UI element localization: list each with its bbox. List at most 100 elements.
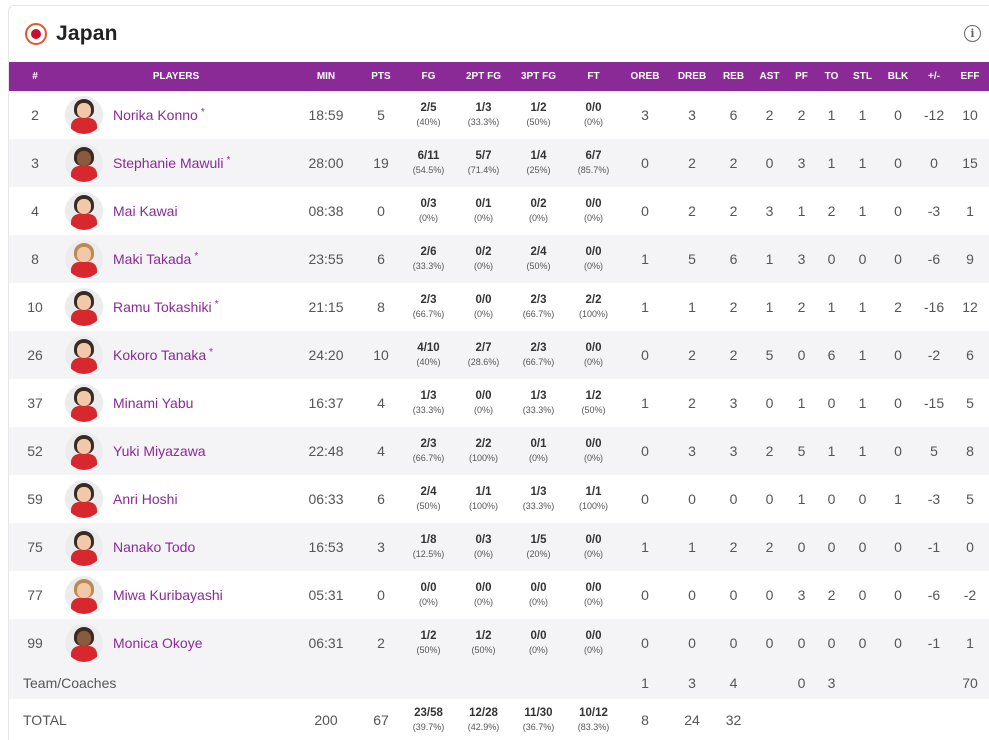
player-name-link[interactable]: Miwa Kuribayashi [113,587,223,603]
player-ast: 1 [765,299,774,315]
player-row[interactable]: 59 Anri Hoshi 06:33 6 2/4 (50%) 1/1 (100%) 1/3 (3… [9,475,989,523]
col-players[interactable]: PLAYERS [61,62,291,91]
player-fg: 2/5 (40%) [416,102,441,127]
player-number: 8 [31,251,39,267]
player-number: 37 [27,395,43,411]
player-blk: 0 [894,587,902,603]
player-name-link[interactable]: Yuki Miyazawa [113,443,206,459]
player-name-link[interactable]: Anri Hoshi [113,491,178,507]
starter-marker: * [214,298,219,310]
player-ft: 0/0 (0%) [583,342,603,367]
player-reb: 2 [729,155,738,171]
col-reb[interactable]: REB [715,62,752,91]
player-eff: 15 [962,155,978,171]
player-to: 0 [827,251,836,267]
player-pf: 3 [797,155,806,171]
player-row[interactable]: 77 Miwa Kuribayashi 05:31 0 0/0 (0%) 0/0 (0%) 0/… [9,571,989,619]
player-eff: 8 [966,443,974,459]
player-fg: 2/3 (66.7%) [412,294,445,319]
boxscore-table: # PLAYERS MIN PTS FG 2PT FG 3PT FG FT OR… [9,62,989,740]
col-3pt-fg[interactable]: 3PT FG [511,62,566,91]
player-name-link[interactable]: Kokoro Tanaka [113,347,206,363]
player-oreb: 1 [641,299,649,315]
player-cell: Minami Yabu [61,379,291,427]
player-3pt-fg: 0/1 (0%) [528,438,548,463]
player-3pt-fg: 1/2 (50%) [526,102,551,127]
col-2pt-fg[interactable]: 2PT FG [456,62,511,91]
player-fg: 2/6 (33.3%) [412,246,445,271]
col-ast[interactable]: AST [752,62,787,91]
table-header-row: # PLAYERS MIN PTS FG 2PT FG 3PT FG FT OR… [9,62,989,91]
player-2pt-fg: 1/1 (100%) [468,486,498,511]
player-pts: 2 [377,635,385,651]
player-name-link[interactable]: Monica Okoye [113,635,202,651]
col-min[interactable]: MIN [291,62,361,91]
player-min: 24:20 [308,347,344,363]
player-ft: 0/0 (0%) [583,630,603,655]
player-row[interactable]: 99 Monica Okoye 06:31 2 1/2 (50%) 1/2 (50%) 0/0(… [9,619,989,667]
player-pf: 0 [797,347,806,363]
player-plus-minus: -3 [927,491,941,507]
col-pts[interactable]: PTS [361,62,401,91]
player-pf: 1 [797,491,806,507]
player-ast: 2 [765,539,774,555]
col-blk[interactable]: BLK [878,62,918,91]
col-number[interactable]: # [9,62,61,91]
col-fg[interactable]: FG [401,62,456,91]
player-row[interactable]: 4 Mai Kawai 08:38 0 0/3 (0%) 0/1 (0%) 0/2 (0%) 0/0… [9,187,989,235]
player-oreb: 0 [641,491,649,507]
player-min: 08:38 [308,203,344,219]
player-stl: 1 [858,443,867,459]
player-pts: 19 [373,155,389,171]
player-dreb: 2 [688,347,696,363]
player-reb: 2 [729,299,738,315]
player-name-link[interactable]: Stephanie Mawuli [113,155,224,171]
info-icon[interactable]: i [964,25,981,42]
player-number: 4 [31,203,39,219]
player-blk: 0 [894,107,902,123]
col-stl[interactable]: STL [847,62,878,91]
col-ft[interactable]: FT [566,62,621,91]
player-name-link[interactable]: Mai Kawai [113,203,178,219]
player-cell: Norika Konno * [61,91,291,139]
player-row[interactable]: 26 Kokoro Tanaka * 24:20 10 4/10 (40%) 2/7 (28.6… [9,331,989,379]
col-to[interactable]: TO [816,62,847,91]
col-oreb[interactable]: OREB [621,62,669,91]
player-name-link[interactable]: Ramu Tokashiki [113,299,212,315]
player-to: 0 [827,395,836,411]
player-ft: 2/2 (100%) [578,294,608,319]
player-eff: 12 [962,299,978,315]
starter-marker: * [200,106,205,118]
player-stl: 1 [858,347,867,363]
total-pts: 67 [373,712,389,728]
player-row[interactable]: 2 Norika Konno * 18:59 5 2/5 (40%) 1/3 (33.3%) 1/… [9,91,989,139]
player-oreb: 0 [641,587,649,603]
player-dreb: 2 [688,395,696,411]
player-row[interactable]: 52 Yuki Miyazawa 22:48 4 2/3 (66.7%) 2/2 (100%)… [9,427,989,475]
player-stl: 1 [858,395,867,411]
player-row[interactable]: 8 Maki Takada * 23:55 6 2/6 (33.3%) 0/2 (0%) 2/4(… [9,235,989,283]
player-row[interactable]: 10 Ramu Tokashiki * 21:15 8 2/3 (66.7%) 0/0 (0%)… [9,283,989,331]
player-pf: 2 [797,299,806,315]
player-plus-minus: -1 [927,539,941,555]
col-pf[interactable]: PF [787,62,816,91]
player-name-link[interactable]: Maki Takada [113,251,191,267]
starter-marker: * [194,250,199,262]
col-eff[interactable]: EFF [950,62,989,91]
player-dreb: 1 [688,299,696,315]
col-dreb[interactable]: DREB [669,62,715,91]
player-name-link[interactable]: Nanako Todo [113,539,195,555]
player-row[interactable]: 75 Nanako Todo 16:53 3 1/8 (12.5%) 0/3 (0%) 1/5(… [9,523,989,571]
player-pf: 0 [797,539,806,555]
player-name-link[interactable]: Minami Yabu [113,395,193,411]
player-row[interactable]: 37 Minami Yabu 16:37 4 1/3 (33.3%) 0/0 (0%) 1/3(… [9,379,989,427]
player-3pt-fg: 1/4 (25%) [526,150,551,175]
col-plus-minus[interactable]: +/- [918,62,950,91]
player-number: 77 [27,587,43,603]
player-row[interactable]: 3 Stephanie Mawuli * 28:00 19 6/11 (54.5%) 5/7(… [9,139,989,187]
player-min: 16:37 [308,395,344,411]
player-name-link[interactable]: Norika Konno [113,107,198,123]
player-ft: 0/0 (0%) [583,534,603,559]
player-to: 0 [827,539,836,555]
total-label: TOTAL [23,712,67,728]
